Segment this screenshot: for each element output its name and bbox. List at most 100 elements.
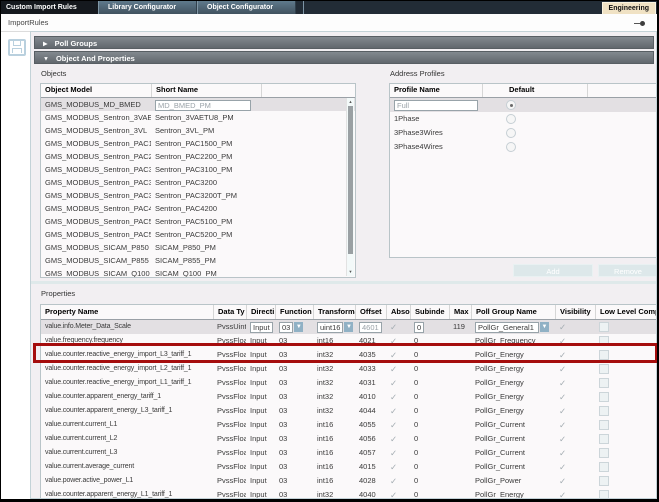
object-row[interactable]: GMS_MODBUS_Sentron_PAC5200Sentron_PAC520…	[41, 228, 355, 241]
profile-row[interactable]: 3Phase3Wires	[390, 126, 656, 140]
save-button[interactable]	[8, 39, 26, 56]
property-row[interactable]: value.current.current_L1PvssFloaInput03i…	[41, 418, 656, 432]
object-row[interactable]: GMS_MODBUS_Sentron_3VLSentron_3VL_PM	[41, 124, 355, 137]
profile-row[interactable]: 3Phase4Wires	[390, 140, 656, 154]
col-header-poll-group-name[interactable]: Poll Group Name	[471, 305, 555, 319]
section-header-object-and-properties[interactable]: ▼Object And Properties	[34, 51, 654, 64]
object-row[interactable]: GMS_MODBUS_SICAM_Q100SICAM_Q100_PM	[41, 267, 355, 278]
property-row[interactable]: value.counter.reactive_energy_import_L1_…	[41, 376, 656, 390]
col-header-data-type[interactable]: Data Ty	[213, 305, 246, 319]
check-icon[interactable]: ✓	[390, 406, 397, 416]
poll-group-input[interactable]: PollGr_General1	[475, 322, 539, 333]
check-icon[interactable]: ✓	[559, 490, 566, 499]
tab-object-configurator[interactable]: Object Configurator	[197, 1, 296, 14]
add-button[interactable]: Add	[513, 264, 593, 277]
property-row[interactable]: value.info.Meter_Data_ScalePvssUintInput…	[41, 320, 656, 334]
transformation-input[interactable]: uint16	[317, 322, 343, 333]
tab-custom-import-rules[interactable]: Custom Import Rules	[1, 1, 98, 14]
direction-input[interactable]: Input	[250, 322, 273, 333]
low-level-checkbox[interactable]	[599, 392, 609, 402]
low-level-checkbox[interactable]	[599, 490, 609, 499]
dropdown-icon[interactable]: ▼	[344, 322, 353, 332]
property-row[interactable]: value.counter.apparent_energy_L1_tariff_…	[41, 488, 656, 499]
objects-scrollbar[interactable]: ▲ ▼	[346, 98, 354, 276]
object-row[interactable]: GMS_MODBUS_Sentron_3VAETU8Sentron_3VAETU…	[41, 111, 355, 124]
col-header-offset[interactable]: Offset	[355, 305, 386, 319]
check-icon[interactable]: ✓	[390, 392, 397, 402]
low-level-checkbox[interactable]	[599, 364, 609, 374]
property-row[interactable]: value.frequency.frequencyPvssFloaInput03…	[41, 334, 656, 348]
function-input[interactable]: 03	[279, 322, 293, 333]
col-header-function[interactable]: Function	[275, 305, 313, 319]
low-level-checkbox[interactable]	[599, 434, 609, 444]
low-level-checkbox[interactable]	[599, 420, 609, 430]
check-icon[interactable]: ✓	[559, 420, 566, 430]
col-header-empty[interactable]	[587, 84, 656, 97]
check-icon[interactable]: ✓	[559, 364, 566, 374]
col-header-empty[interactable]	[261, 84, 355, 97]
object-row[interactable]: GMS_MODBUS_Sentron_PAC3200TSentron_PAC32…	[41, 189, 355, 202]
default-radio[interactable]	[506, 142, 516, 152]
check-icon[interactable]: ✓	[559, 350, 566, 360]
col-header-transformation[interactable]: Transforma	[313, 305, 355, 319]
low-level-checkbox[interactable]	[599, 448, 609, 458]
col-header-low-level-comp[interactable]: Low Level Comp	[595, 305, 657, 319]
object-row[interactable]: GMS_MODBUS_Sentron_PAC3200Sentron_PAC320…	[41, 176, 355, 189]
section-header-poll-groups[interactable]: ▶Poll Groups	[34, 36, 654, 49]
scroll-up-icon[interactable]: ▲	[347, 98, 354, 106]
col-header-property-name[interactable]: Property Name	[41, 305, 213, 319]
col-header-subindex[interactable]: Subinde	[410, 305, 449, 319]
check-icon[interactable]: ✓	[559, 378, 566, 388]
dropdown-icon[interactable]: ▼	[540, 322, 549, 332]
object-row[interactable]: GMS_MODBUS_Sentron_PAC1500Sentron_PAC150…	[41, 137, 355, 150]
property-row[interactable]: value.current.average_currentPvssFloaInp…	[41, 460, 656, 474]
col-header-default[interactable]: Default	[482, 84, 587, 97]
object-row[interactable]: GMS_MODBUS_Sentron_PAC3100Sentron_PAC310…	[41, 163, 355, 176]
object-row[interactable]: GMS_MODBUS_Sentron_PAC2200Sentron_PAC220…	[41, 150, 355, 163]
check-icon[interactable]: ✓	[390, 490, 397, 499]
check-icon[interactable]: ✓	[559, 406, 566, 416]
low-level-checkbox[interactable]	[599, 476, 609, 486]
col-header-object-model[interactable]: Object Model	[41, 84, 151, 97]
default-radio[interactable]	[506, 100, 516, 110]
subindex-input[interactable]: 0	[414, 322, 424, 333]
col-header-max[interactable]: Max S	[449, 305, 471, 319]
property-row[interactable]: value.counter.apparent_energy_L3_tariff_…	[41, 404, 656, 418]
low-level-checkbox[interactable]	[599, 406, 609, 416]
object-row[interactable]: GMS_MODBUS_Sentron_PAC5100Sentron_PAC510…	[41, 215, 355, 228]
low-level-checkbox[interactable]	[599, 322, 609, 332]
property-row[interactable]: value.counter.reactive_energy_import_L2_…	[41, 362, 656, 376]
property-row[interactable]: value.current.current_L3PvssFloaInput03i…	[41, 446, 656, 460]
col-header-direction[interactable]: Directi	[246, 305, 275, 319]
col-header-visibility[interactable]: Visibility	[555, 305, 595, 319]
object-row[interactable]: GMS_MODBUS_SICAM_P850SICAM_P850_PM	[41, 241, 355, 254]
check-icon[interactable]: ✓	[559, 476, 566, 486]
check-icon[interactable]: ✓	[559, 322, 566, 332]
profile-row[interactable]: Full	[390, 98, 656, 112]
check-icon[interactable]: ✓	[559, 462, 566, 472]
profile-row[interactable]: 1Phase	[390, 112, 656, 126]
short-name-input[interactable]: MD_BMED_PM	[155, 100, 251, 111]
property-row[interactable]: value.current.current_L2PvssFloaInput03i…	[41, 432, 656, 446]
check-icon[interactable]: ✓	[390, 448, 397, 458]
scroll-down-icon[interactable]: ▼	[347, 268, 354, 276]
object-row[interactable]: GMS_MODBUS_SICAM_P855SICAM_P855_PM	[41, 254, 355, 267]
check-icon[interactable]: ✓	[390, 336, 397, 346]
tab-library-configurator[interactable]: Library Configurator	[98, 1, 197, 14]
check-icon[interactable]: ✓	[559, 434, 566, 444]
offset-input[interactable]: 4601	[359, 322, 382, 333]
low-level-checkbox[interactable]	[599, 378, 609, 388]
low-level-checkbox[interactable]	[599, 336, 609, 346]
check-icon[interactable]: ✓	[390, 476, 397, 486]
check-icon[interactable]: ✓	[559, 448, 566, 458]
object-row[interactable]: GMS_MODBUS_Sentron_PAC4200Sentron_PAC420…	[41, 202, 355, 215]
pin-icon[interactable]	[634, 21, 645, 26]
check-icon[interactable]: ✓	[390, 462, 397, 472]
low-level-checkbox[interactable]	[599, 350, 609, 360]
property-row[interactable]: value.counter.apparent_energy_tariff_1Pv…	[41, 390, 656, 404]
property-row[interactable]: value.power.active_power_L1PvssFloaInput…	[41, 474, 656, 488]
check-icon[interactable]: ✓	[390, 350, 397, 360]
default-radio[interactable]	[506, 128, 516, 138]
check-icon[interactable]: ✓	[390, 378, 397, 388]
check-icon[interactable]: ✓	[390, 364, 397, 374]
